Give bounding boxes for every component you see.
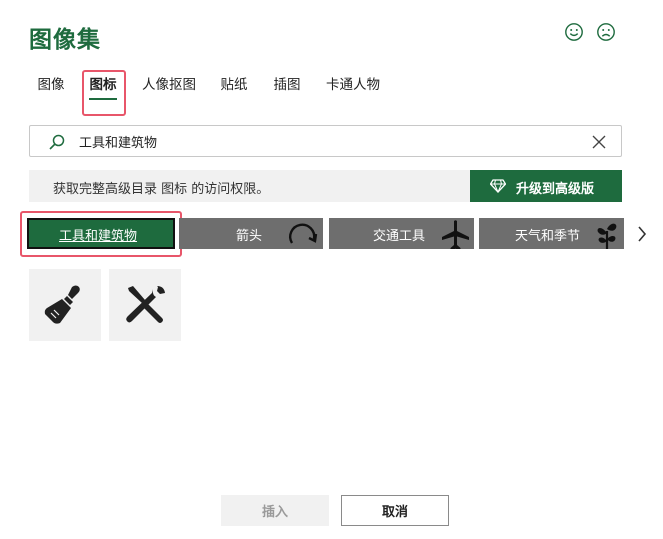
frown-face-icon[interactable] [596,22,616,42]
tab-illustrations[interactable]: 插图 [271,68,303,112]
icon-result-tile[interactable] [109,269,181,341]
tab-cartoon-people[interactable]: 卡通人物 [323,68,383,112]
selected-category-highlight [20,211,182,257]
paintbrush-icon [44,285,80,324]
dialog-title: 图像集 [29,27,101,53]
diamond-icon [490,179,506,193]
category-label: 交通工具 [373,229,426,244]
tab-cutout-people[interactable]: 人像抠图 [139,68,199,112]
premium-banner-text: 获取完整高级目录 图标 的访问权限。 [53,182,270,197]
close-icon[interactable] [592,135,606,149]
upgrade-label: 升级到高级版 [516,181,595,196]
airplane-icon [442,220,469,249]
plant-sprout-icon [597,223,617,249]
category-arrows[interactable]: 箭头 [179,218,323,249]
search-input[interactable] [79,130,579,152]
cancel-button[interactable]: 取消 [341,495,449,526]
category-label: 箭头 [236,229,263,244]
chevron-right-icon[interactable] [633,224,651,244]
category-transport[interactable]: 交通工具 [329,218,474,249]
search-icon [49,134,65,150]
tab-stickers[interactable]: 贴纸 [218,68,250,112]
upgrade-button[interactable]: 升级到高级版 [470,170,622,202]
search-box [29,125,622,157]
category-weather-seasons[interactable]: 天气和季节 [479,218,624,249]
tab-images[interactable]: 图像 [29,68,73,112]
wrench-screwdriver-icon [126,286,165,323]
active-tab-highlight [82,70,126,116]
icon-result-tile[interactable] [29,269,101,341]
category-label: 天气和季节 [515,229,581,244]
premium-banner: 获取完整高级目录 图标 的访问权限。 升级到高级版 [29,170,622,202]
smile-face-icon[interactable] [564,22,584,42]
insert-button[interactable]: 插入 [221,495,329,526]
circular-arrow-icon [289,223,318,244]
